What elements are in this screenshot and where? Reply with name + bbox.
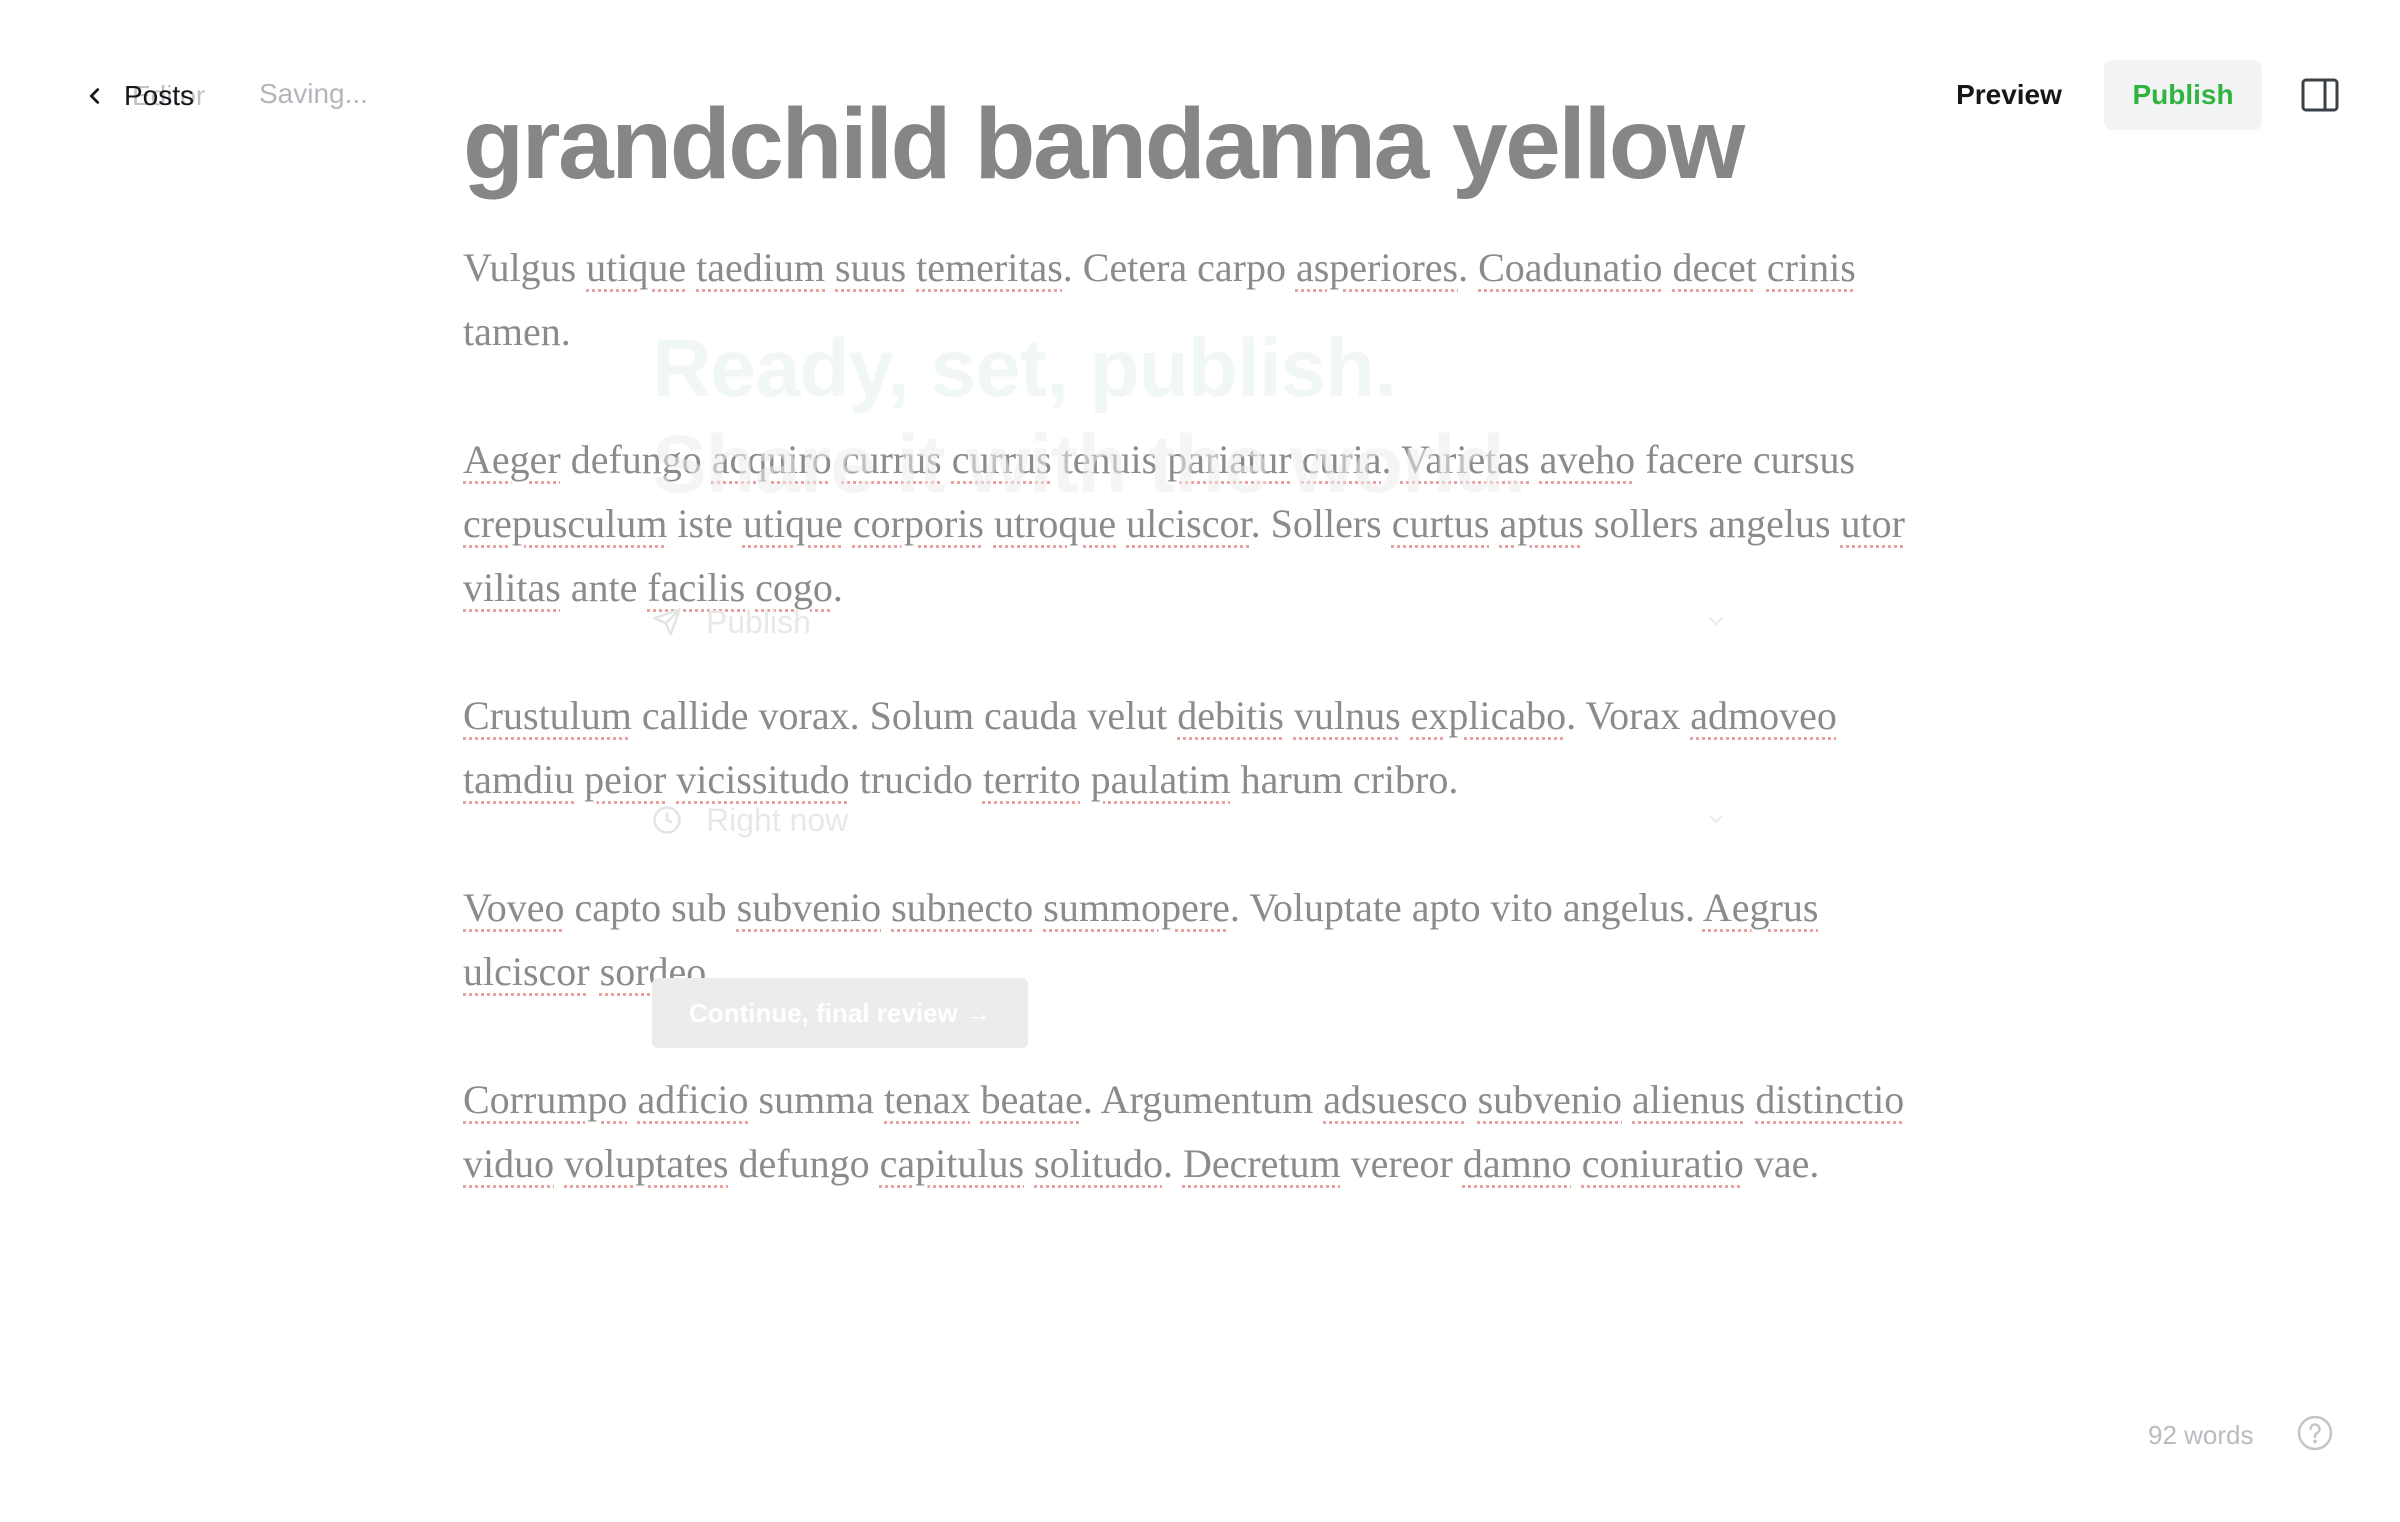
misspelled-word: alienus — [1632, 1077, 1746, 1122]
misspelled-word: subnecto — [891, 885, 1034, 930]
misspelled-word: peior — [584, 757, 667, 802]
misspelled-word: utroque — [993, 501, 1117, 546]
misspelled-word: Coadunatio — [1478, 245, 1663, 290]
misspelled-word: viduo — [463, 1141, 555, 1186]
misspelled-word: decet — [1672, 245, 1757, 290]
sidebar-panel-icon[interactable] — [2300, 76, 2340, 114]
misspelled-word: debitis — [1177, 693, 1284, 738]
misspelled-word: curtus — [1391, 501, 1490, 546]
misspelled-word: territo — [982, 757, 1081, 802]
misspelled-word: suus — [835, 245, 907, 290]
misspelled-word: currus — [951, 437, 1052, 482]
misspelled-word: damno — [1462, 1141, 1572, 1186]
misspelled-word: subvenio — [736, 885, 882, 930]
misspelled-word: adficio — [637, 1077, 749, 1122]
post-paragraph[interactable]: Aeger defungo acquiro currus currus tenu… — [463, 428, 1943, 620]
misspelled-word: beatae — [980, 1077, 1083, 1122]
misspelled-word: Corrumpo — [463, 1077, 628, 1122]
misspelled-word: temeritas — [916, 245, 1063, 290]
misspelled-word: tenax — [884, 1077, 971, 1122]
misspelled-word: voluptates — [564, 1141, 729, 1186]
misspelled-word: adsuesco — [1323, 1077, 1468, 1122]
post-paragraph[interactable]: Voveo capto sub subvenio subnecto summop… — [463, 876, 1943, 1004]
misspelled-word: tamdiu — [463, 757, 575, 802]
post-paragraph[interactable]: Vulgus utique taedium suus temeritas. Ce… — [463, 236, 1943, 364]
misspelled-word: coniuratio — [1581, 1141, 1744, 1186]
misspelled-word: ulciscor — [463, 949, 590, 994]
editor-header: Editor Posts Saving... Preview Publish — [0, 0, 2400, 190]
misspelled-word: crepusculum — [463, 501, 668, 546]
back-label-stack: Editor Posts — [124, 76, 214, 116]
misspelled-word: utique — [742, 501, 843, 546]
misspelled-word: solitudo — [1034, 1141, 1163, 1186]
misspelled-word: curia — [1301, 437, 1382, 482]
misspelled-word: Aegrus — [1702, 885, 1819, 930]
misspelled-word: cogo — [755, 565, 833, 610]
misspelled-word: corporis — [852, 501, 984, 546]
misspelled-word: Crustulum — [463, 693, 632, 738]
misspelled-word: summopere — [1043, 885, 1230, 930]
back-label: Posts — [124, 80, 195, 111]
misspelled-word: asperiores — [1295, 245, 1459, 290]
post-paragraph[interactable]: Corrumpo adficio summa tenax beatae. Arg… — [463, 1068, 1943, 1196]
misspelled-word: ulciscor — [1126, 501, 1251, 546]
misspelled-word: subvenio — [1477, 1077, 1623, 1122]
misspelled-word: capitulus — [879, 1141, 1025, 1186]
misspelled-word: sordeo — [599, 949, 707, 994]
misspelled-word: vilitas — [463, 565, 561, 610]
misspelled-word: aptus — [1499, 501, 1584, 546]
misspelled-word: acquiro — [711, 437, 832, 482]
misspelled-word: vicissitudo — [676, 757, 850, 802]
misspelled-word: vulnus — [1293, 693, 1401, 738]
post-editor: grandchild bandanna yellow Vulgus utique… — [463, 88, 1943, 1260]
misspelled-word: crinis — [1766, 245, 1856, 290]
misspelled-word: facilis — [647, 565, 746, 610]
back-to-posts-link[interactable]: Editor Posts — [84, 74, 214, 118]
misspelled-word: utique — [586, 245, 687, 290]
misspelled-word: utor — [1840, 501, 1905, 546]
misspelled-word: Voveo — [463, 885, 565, 930]
misspelled-word: explicabo — [1410, 693, 1567, 738]
misspelled-word: admoveo — [1690, 693, 1837, 738]
misspelled-word: Aeger — [463, 437, 561, 482]
question-circle-icon[interactable] — [2296, 1414, 2334, 1452]
misspelled-word: paulatim — [1090, 757, 1231, 802]
word-count: 92 words — [2148, 1420, 2254, 1450]
publish-button[interactable]: Publish — [2104, 60, 2262, 130]
preview-button[interactable]: Preview — [1942, 62, 2076, 128]
post-paragraph[interactable]: Crustulum callide vorax. Solum cauda vel… — [463, 684, 1943, 812]
misspelled-word: pariatur — [1167, 437, 1292, 482]
misspelled-word: Decretum — [1182, 1141, 1341, 1186]
misspelled-word: currus — [841, 437, 942, 482]
misspelled-word: distinctio — [1755, 1077, 1905, 1122]
chevron-left-icon — [89, 88, 100, 104]
misspelled-word: Varietas — [1400, 437, 1530, 482]
misspelled-word: aveho — [1539, 437, 1636, 482]
save-status: Saving... — [259, 78, 368, 109]
post-body[interactable]: Vulgus utique taedium suus temeritas. Ce… — [463, 236, 1943, 1196]
misspelled-word: taedium — [696, 245, 826, 290]
